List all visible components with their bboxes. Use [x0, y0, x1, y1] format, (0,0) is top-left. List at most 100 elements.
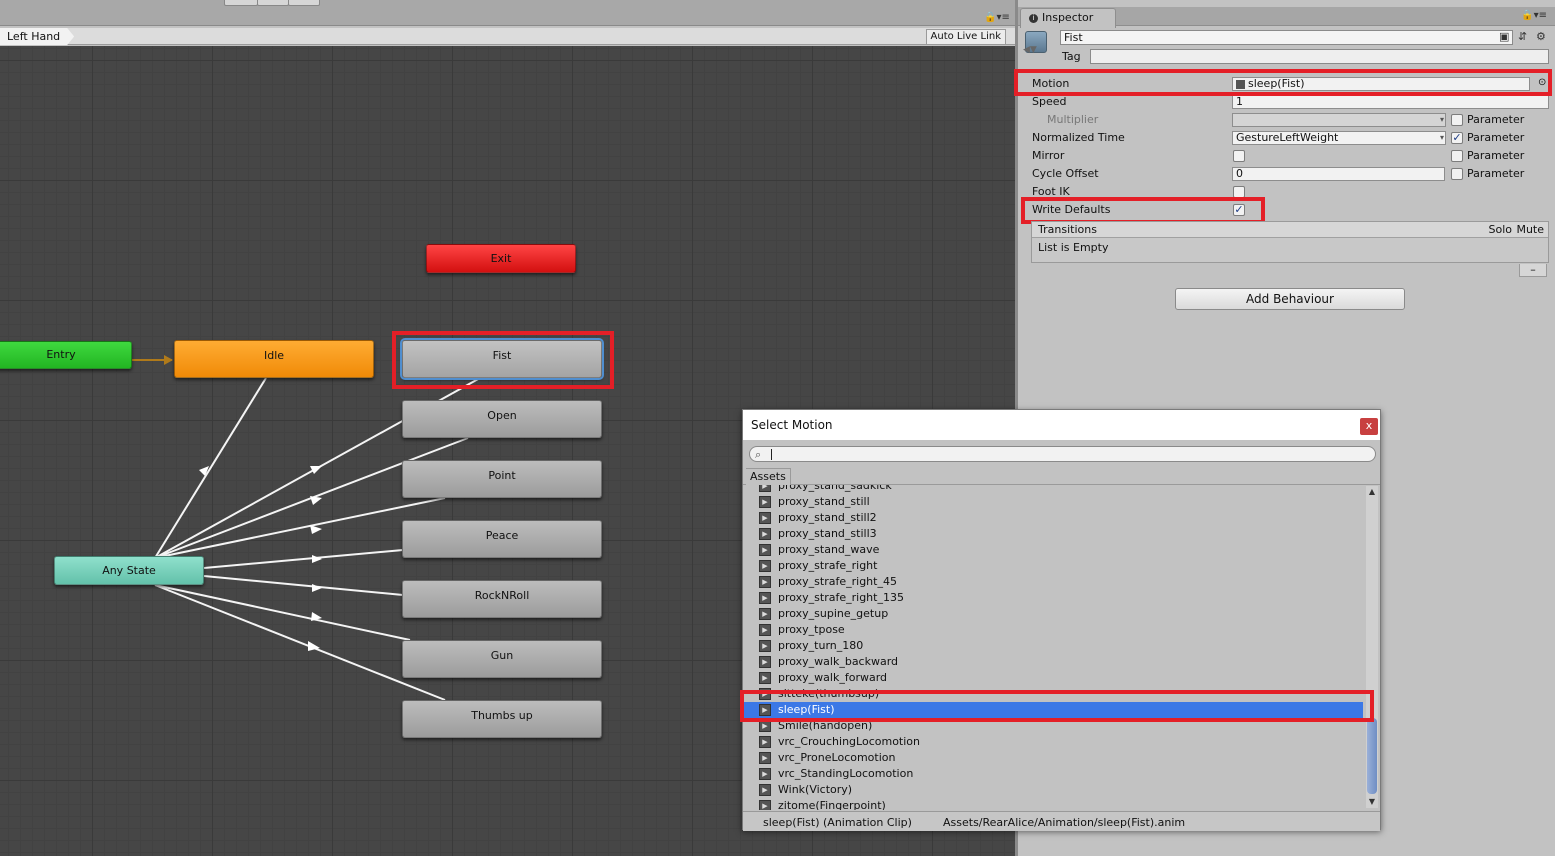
- animation-clip-icon: ▶: [759, 485, 771, 492]
- lock-icon[interactable]: 🔒▾≡: [1521, 10, 1547, 21]
- list-item[interactable]: ▶ vrc_StandingLocomotion: [743, 766, 1363, 782]
- list-item-label: proxy_walk_forward: [778, 671, 888, 684]
- write-defaults-highlight-box: [1021, 197, 1265, 224]
- normalized-time-label: Normalized Time: [1032, 131, 1125, 144]
- transition-arrowhead: [310, 466, 322, 474]
- multiplier-dropdown[interactable]: ▾: [1232, 113, 1446, 127]
- list-item[interactable]: ▶ proxy_turn_180: [743, 638, 1363, 654]
- transitions-list: Transitions Solo Mute List is Empty: [1031, 221, 1549, 263]
- scroll-down-icon[interactable]: ▼: [1366, 796, 1378, 808]
- list-item[interactable]: ▶ proxy_stand_wave: [743, 542, 1363, 558]
- animation-clip-icon: ▶: [759, 528, 771, 540]
- state-rocknroll[interactable]: RockNRoll: [402, 580, 602, 618]
- state-point[interactable]: Point: [402, 460, 602, 498]
- transition-line[interactable]: [154, 584, 411, 641]
- tab-inspector[interactable]: i Inspector: [1020, 8, 1116, 28]
- state-entry[interactable]: Entry: [0, 341, 132, 369]
- list-item-label: proxy_stand_still3: [778, 527, 877, 540]
- gear-icon[interactable]: ⚙: [1536, 30, 1546, 43]
- parameter-label: Parameter: [1467, 113, 1525, 126]
- header-actions: ▣ ⇵ ⚙: [1499, 30, 1551, 45]
- list-item-label: proxy_tpose: [778, 623, 845, 636]
- dialog-status-bar: sleep(Fist) (Animation Clip) Assets/Rear…: [743, 811, 1380, 831]
- animation-clip-icon: ▶: [759, 496, 771, 508]
- list-item-label: Wink(Victory): [778, 783, 853, 796]
- fist-highlight-box: [392, 331, 614, 389]
- transition-line[interactable]: [154, 377, 267, 559]
- list-item[interactable]: ▶ vrc_ProneLocomotion: [743, 750, 1363, 766]
- dialog-titlebar[interactable]: Select Motion x: [743, 410, 1380, 440]
- animation-clip-icon: ▶: [759, 672, 771, 684]
- scrollbar[interactable]: ▲ ▼: [1366, 486, 1378, 808]
- list-item[interactable]: ▶ Wink(Victory): [743, 782, 1363, 798]
- list-item[interactable]: ▶ proxy_supine_getup: [743, 606, 1363, 622]
- normalized-time-parameter-checkbox[interactable]: ✓: [1451, 132, 1463, 144]
- state-thumbs-up[interactable]: Thumbs up: [402, 700, 602, 738]
- add-behaviour-button[interactable]: Add Behaviour: [1175, 288, 1405, 310]
- list-item[interactable]: ▶ proxy_strafe_right_45: [743, 574, 1363, 590]
- speed-field[interactable]: 1: [1232, 95, 1549, 109]
- list-item[interactable]: ▶ proxy_tpose: [743, 622, 1363, 638]
- tag-label: Tag: [1062, 50, 1081, 63]
- cycle-offset-label: Cycle Offset: [1032, 167, 1099, 180]
- list-item[interactable]: ▶ zitome(Fingerpoint): [743, 798, 1363, 810]
- list-item-label: proxy_stand_still2: [778, 511, 877, 524]
- animation-clip-icon: ▶: [759, 656, 771, 668]
- list-item[interactable]: ▶ proxy_stand_still: [743, 494, 1363, 510]
- parameter-label: Parameter: [1467, 131, 1525, 144]
- preset-icon[interactable]: ⇵: [1518, 30, 1527, 43]
- normalized-time-dropdown[interactable]: GestureLeftWeight ▾: [1232, 131, 1446, 145]
- mirror-parameter-checkbox[interactable]: [1451, 150, 1463, 162]
- list-item[interactable]: ▶ proxy_strafe_right_135: [743, 590, 1363, 606]
- list-item[interactable]: ▶ proxy_strafe_right: [743, 558, 1363, 574]
- mute-column-label: Mute: [1516, 223, 1544, 236]
- animation-clip-icon: ▶: [759, 768, 771, 780]
- scroll-up-icon[interactable]: ▲: [1366, 486, 1378, 498]
- cycle-offset-field[interactable]: 0: [1232, 167, 1445, 181]
- motion-list[interactable]: ▶ proxy_stand_sadkick ▶ proxy_stand_still ▶ p…: [743, 485, 1365, 810]
- list-item-label: proxy_stand_wave: [778, 543, 880, 556]
- state-name-field[interactable]: Fist: [1060, 30, 1513, 45]
- transition-line[interactable]: [203, 575, 404, 596]
- animation-clip-icon: ▶: [759, 800, 771, 810]
- animation-clip-icon: ▶: [759, 752, 771, 764]
- state-peace[interactable]: Peace: [402, 520, 602, 558]
- transition-arrowhead: [310, 525, 322, 534]
- solo-column-label: Solo: [1488, 223, 1513, 236]
- mirror-checkbox[interactable]: [1233, 150, 1245, 162]
- tab-assets[interactable]: Assets: [746, 468, 791, 485]
- cycle-offset-parameter-checkbox[interactable]: [1451, 168, 1463, 180]
- state-any-state[interactable]: Any State: [54, 556, 204, 585]
- transition-line[interactable]: [203, 549, 404, 569]
- list-item[interactable]: ▶ proxy_stand_sadkick: [743, 485, 1363, 494]
- normalized-time-value: GestureLeftWeight: [1236, 131, 1339, 144]
- transition-arrowhead: [312, 584, 322, 592]
- list-item-label: proxy_stand_still: [778, 495, 870, 508]
- info-icon: i: [1029, 13, 1038, 23]
- list-item-label: zitome(Fingerpoint): [778, 799, 886, 810]
- state-idle[interactable]: Idle: [174, 340, 374, 378]
- state-gun[interactable]: Gun: [402, 640, 602, 678]
- list-item[interactable]: ▶ proxy_stand_still3: [743, 526, 1363, 542]
- animation-clip-icon: ▶: [759, 512, 771, 524]
- state-exit[interactable]: Exit: [426, 244, 576, 273]
- transitions-header: Transitions Solo Mute: [1032, 222, 1548, 238]
- list-item-label: vrc_CrouchingLocomotion: [778, 735, 920, 748]
- list-item[interactable]: ▶ proxy_walk_backward: [743, 654, 1363, 670]
- transitions-title: Transitions: [1038, 223, 1097, 236]
- search-input[interactable]: ⌕: [749, 446, 1376, 462]
- help-icon[interactable]: ▣: [1499, 30, 1509, 43]
- multiplier-parameter-checkbox[interactable]: [1451, 114, 1463, 126]
- close-button[interactable]: x: [1360, 418, 1378, 435]
- tag-field[interactable]: [1090, 49, 1549, 64]
- animation-clip-icon: ▶: [759, 736, 771, 748]
- animation-clip-icon: ▶: [759, 624, 771, 636]
- list-item[interactable]: ▶ proxy_walk_forward: [743, 670, 1363, 686]
- chevron-down-icon: ▾: [1439, 133, 1444, 142]
- state-open[interactable]: Open: [402, 400, 602, 438]
- remove-transition-button[interactable]: –: [1519, 264, 1547, 277]
- selected-asset-path: Assets/RearAlice/Animation/sleep(Fist).a…: [943, 816, 1186, 829]
- scrollbar-thumb[interactable]: [1367, 718, 1377, 794]
- list-item[interactable]: ▶ vrc_CrouchingLocomotion: [743, 734, 1363, 750]
- list-item[interactable]: ▶ proxy_stand_still2: [743, 510, 1363, 526]
